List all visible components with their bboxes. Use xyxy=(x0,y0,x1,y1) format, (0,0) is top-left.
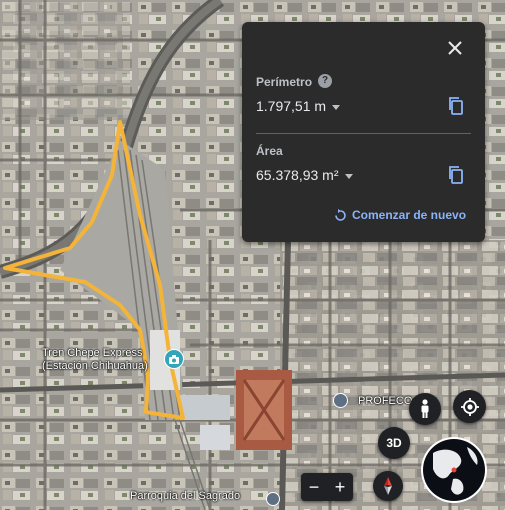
perimeter-value-text: 1.797,51 m xyxy=(256,98,327,114)
zoom-in-button[interactable]: + xyxy=(328,473,352,501)
chevron-down-icon[interactable] xyxy=(344,173,353,179)
globe-icon xyxy=(423,439,485,501)
place-label-tren-chepe[interactable]: Tren Chepe Express (Estación Chihuahua) xyxy=(42,347,148,373)
perimeter-value[interactable]: 1.797,51 m xyxy=(256,98,341,114)
camera-pin-icon[interactable] xyxy=(164,349,184,369)
place-label-parroquia[interactable]: Parroquia del Sagrado xyxy=(130,490,240,503)
3d-button[interactable]: 3D xyxy=(378,427,410,459)
my-location-button[interactable] xyxy=(453,390,486,423)
copy-icon[interactable] xyxy=(447,165,465,185)
profeco-pin-icon[interactable] xyxy=(333,393,348,408)
measure-panel: Perímetro ? 1.797,51 m Área 65.378,93 m²… xyxy=(242,22,485,242)
perimeter-label: Perímetro xyxy=(256,75,313,89)
my-location-icon xyxy=(460,397,479,416)
restart-label: Comenzar de nuevo xyxy=(352,208,467,222)
zoom-control: − + xyxy=(301,473,353,501)
area-label: Área xyxy=(256,144,283,158)
help-icon[interactable]: ? xyxy=(318,74,332,88)
globe-button[interactable] xyxy=(421,437,487,503)
compass-button[interactable] xyxy=(373,471,403,501)
close-icon[interactable] xyxy=(445,38,465,58)
place-label-profeco[interactable]: PROFECO xyxy=(358,395,412,408)
pegman-button[interactable] xyxy=(409,393,441,425)
restart-icon xyxy=(335,209,346,221)
zoom-out-button[interactable]: − xyxy=(302,473,326,501)
chevron-down-icon[interactable] xyxy=(332,104,341,110)
compass-icon xyxy=(384,477,392,495)
church-pin-icon[interactable] xyxy=(266,492,280,506)
pegman-icon xyxy=(421,399,429,418)
restart-button[interactable]: Comenzar de nuevo xyxy=(334,208,466,222)
area-value-text: 65.378,93 m² xyxy=(256,167,339,183)
copy-icon[interactable] xyxy=(447,96,465,116)
area-value[interactable]: 65.378,93 m² xyxy=(256,167,353,183)
divider xyxy=(256,133,471,134)
